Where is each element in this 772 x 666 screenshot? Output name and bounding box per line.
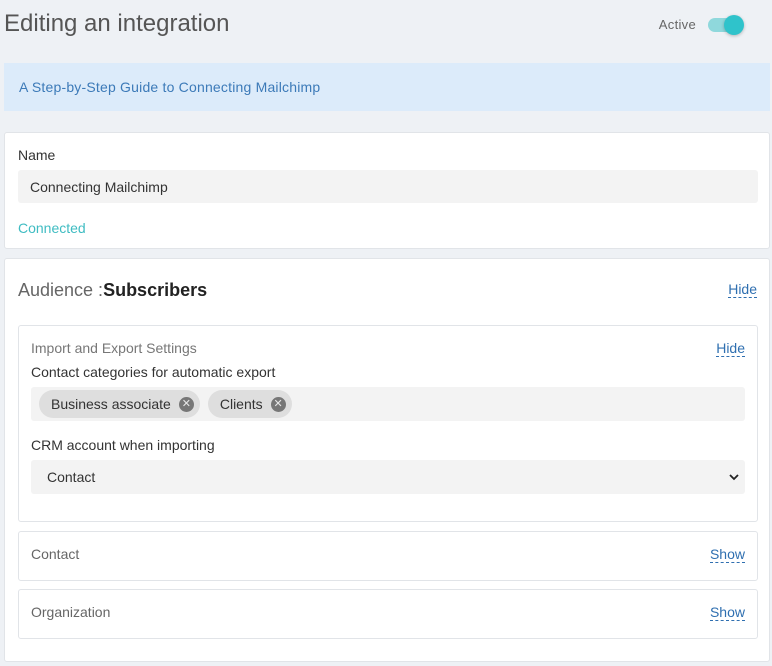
categories-tag-input[interactable]: Business associate ✕ Clients ✕	[31, 387, 745, 421]
audience-name: Subscribers	[103, 280, 208, 300]
crm-account-label: CRM account when importing	[31, 437, 215, 453]
contact-section-title: Contact	[31, 546, 80, 562]
settings-title: Import and Export Settings	[31, 340, 197, 356]
name-label: Name	[18, 147, 56, 163]
category-chip: Clients ✕	[207, 390, 292, 418]
page-header: Editing an integration Active	[0, 0, 772, 52]
name-input[interactable]	[18, 170, 758, 203]
page-title: Editing an integration	[4, 10, 230, 37]
toggle-knob	[724, 15, 744, 35]
audience-card: Audience :Subscribers Hide Import and Ex…	[4, 258, 770, 662]
chevron-down-icon	[729, 474, 739, 481]
category-chip: Business associate ✕	[39, 390, 200, 418]
chip-label: Business associate	[51, 396, 171, 412]
contact-section-card: Contact Show	[18, 531, 758, 581]
settings-hide-link[interactable]: Hide	[716, 340, 745, 357]
contact-show-link[interactable]: Show	[709, 546, 745, 563]
guide-link[interactable]: A Step-by-Step Guide to Connecting Mailc…	[19, 79, 320, 95]
audience-hide-link[interactable]: Hide	[728, 281, 757, 298]
name-card: Name Connected	[4, 132, 770, 249]
active-toggle[interactable]	[708, 14, 744, 35]
connection-status: Connected	[18, 220, 86, 236]
import-export-settings-card: Import and Export Settings Hide Contact …	[18, 325, 758, 522]
guide-banner: A Step-by-Step Guide to Connecting Mailc…	[4, 63, 770, 111]
crm-account-select[interactable]: Contact	[31, 460, 745, 494]
organization-section-card: Organization Show	[18, 589, 758, 639]
close-circle-icon[interactable]: ✕	[178, 396, 194, 412]
chip-label: Clients	[219, 396, 263, 412]
audience-prefix: Audience :	[18, 280, 104, 300]
organization-section-title: Organization	[31, 604, 111, 620]
close-circle-icon[interactable]: ✕	[270, 396, 286, 412]
organization-show-link[interactable]: Show	[709, 604, 745, 621]
audience-title: Audience :Subscribers	[18, 280, 207, 301]
categories-label: Contact categories for automatic export	[31, 364, 276, 380]
crm-account-value: Contact	[47, 469, 96, 485]
active-toggle-group: Active	[658, 14, 744, 35]
active-label: Active	[658, 16, 696, 32]
